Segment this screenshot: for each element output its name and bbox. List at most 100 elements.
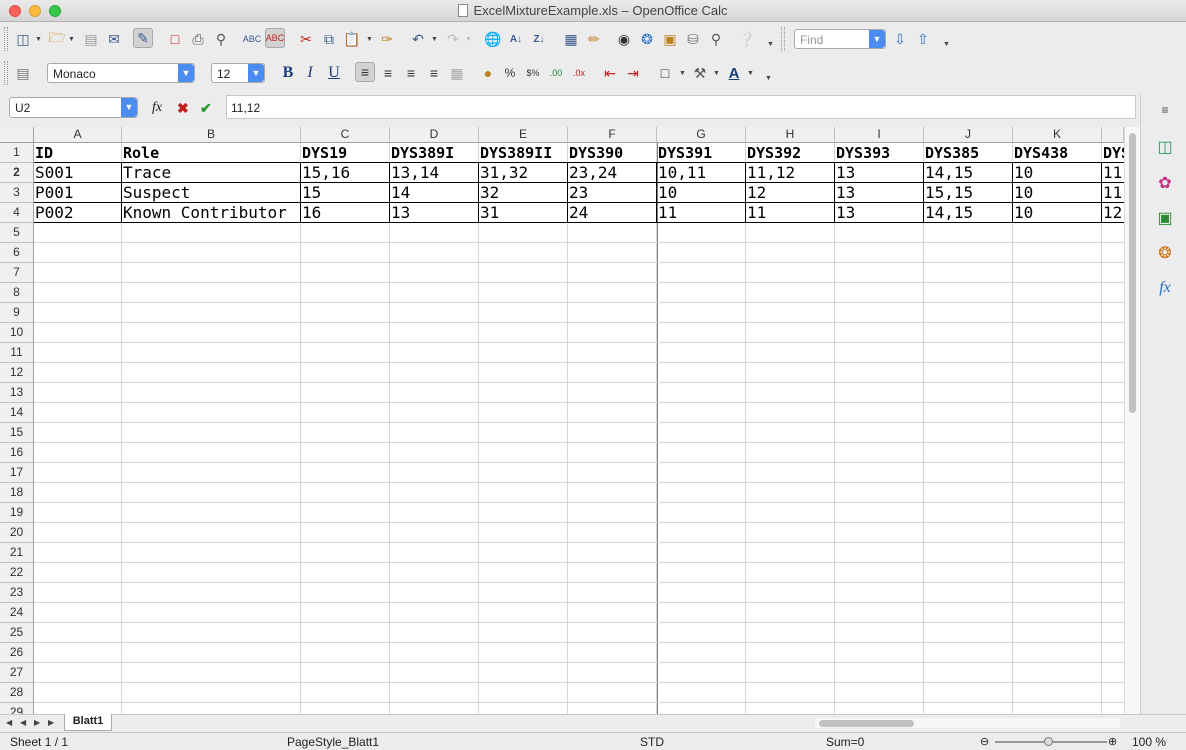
column-header[interactable]: I	[835, 127, 924, 143]
data-cell[interactable]: 14,15	[924, 163, 1013, 183]
clone-formatting-icon[interactable]: ✑	[377, 29, 397, 49]
prev-sheet-icon[interactable]: ◀	[20, 718, 26, 727]
add-decimal-icon[interactable]: .00	[546, 63, 566, 83]
row-header[interactable]: 21	[0, 543, 34, 563]
undo-icon[interactable]: ↶	[408, 29, 428, 49]
zoom-level[interactable]: 100 %	[1132, 735, 1166, 749]
data-cell[interactable]: 13	[835, 203, 924, 223]
row-header[interactable]: 19	[0, 503, 34, 523]
help-icon[interactable]: ❔	[737, 29, 757, 49]
data-cell[interactable]: Known Contributor	[122, 203, 301, 223]
row-header[interactable]: 15	[0, 423, 34, 443]
data-cell[interactable]: 32	[479, 183, 568, 203]
justify-icon[interactable]: ≡	[424, 63, 444, 83]
column-header[interactable]: K	[1013, 127, 1102, 143]
data-cell[interactable]: 15	[301, 183, 390, 203]
data-cell[interactable]: 31,32	[479, 163, 568, 183]
column-header[interactable]: E	[479, 127, 568, 143]
row-header[interactable]: 28	[0, 683, 34, 703]
header-cell[interactable]: DYS385	[924, 143, 1013, 163]
data-cell[interactable]: 13	[390, 203, 479, 223]
copy-icon[interactable]: ⧉	[319, 29, 339, 49]
data-cell[interactable]: P002	[34, 203, 122, 223]
find-previous-icon[interactable]: ⇧	[913, 29, 933, 49]
column-header[interactable]: F	[568, 127, 657, 143]
data-cell[interactable]: 31	[479, 203, 568, 223]
row-header[interactable]: 5	[0, 223, 34, 243]
zoom-in-icon[interactable]: ⊕	[1108, 735, 1117, 748]
formula-input[interactable]: 11,12	[226, 95, 1136, 119]
row-header[interactable]: 23	[0, 583, 34, 603]
font-size-dropdown-icon[interactable]: ▼	[248, 64, 264, 82]
font-name-combo[interactable]: Monaco ▼	[47, 63, 195, 83]
header-cell[interactable]: DYS19	[301, 143, 390, 163]
merge-cells-icon[interactable]: ▦	[447, 63, 467, 83]
redo-dropdown-icon[interactable]: ▼	[465, 36, 472, 43]
save-icon[interactable]: ▤	[81, 29, 101, 49]
properties-icon[interactable]: ◫	[1155, 138, 1175, 158]
hyperlink-icon[interactable]: 🌐	[483, 29, 503, 49]
gallery-icon[interactable]: ▣	[660, 29, 680, 49]
data-cell[interactable]: 11	[746, 203, 835, 223]
bold-button[interactable]: B	[278, 63, 298, 83]
select-all-corner[interactable]	[0, 127, 34, 143]
cut-icon[interactable]: ✂	[296, 29, 316, 49]
toolbar-grip[interactable]	[4, 27, 8, 51]
vertical-scrollbar[interactable]	[1124, 127, 1140, 714]
find-input[interactable]: Find ▼	[794, 29, 886, 49]
last-sheet-icon[interactable]: ▶	[48, 718, 54, 727]
row-header[interactable]: 11	[0, 343, 34, 363]
find-replace-icon[interactable]: ◉	[614, 29, 634, 49]
column-header[interactable]: G	[657, 127, 746, 143]
spreadsheet-grid[interactable]: A B C D E F G H I J K 1 2 3 4 5 6 7 8 9 10 11 12 13 14 15 16 17 18 19…	[0, 127, 1124, 714]
data-cell[interactable]: 16	[301, 203, 390, 223]
sort-ascending-icon[interactable]: A↓	[506, 29, 526, 49]
currency-format-icon[interactable]: ●	[478, 63, 498, 83]
data-cell[interactable]: 15,15	[924, 183, 1013, 203]
sort-descending-icon[interactable]: Z↓	[529, 29, 549, 49]
row-header[interactable]: 24	[0, 603, 34, 623]
open-dropdown-icon[interactable]: ▼	[68, 36, 75, 43]
header-cell[interactable]: DYS393	[835, 143, 924, 163]
standard-format-icon[interactable]: $%	[523, 63, 543, 83]
row-header[interactable]: 17	[0, 463, 34, 483]
data-cell[interactable]: 10	[657, 183, 746, 203]
paste-icon[interactable]: 📋	[342, 29, 362, 49]
data-cell[interactable]: 11	[657, 203, 746, 223]
column-header[interactable]: H	[746, 127, 835, 143]
row-header[interactable]: 3	[0, 183, 34, 203]
new-dropdown-icon[interactable]: ▼	[35, 36, 42, 43]
print-icon[interactable]: ⎙	[188, 29, 208, 49]
align-right-icon[interactable]: ≡	[401, 63, 421, 83]
column-header[interactable]: A	[34, 127, 122, 143]
data-cell[interactable]: 10	[1013, 203, 1102, 223]
column-header[interactable]: J	[924, 127, 1013, 143]
zoom-out-icon[interactable]: ⊖	[980, 735, 989, 748]
data-cell[interactable]: 11	[1102, 183, 1124, 203]
data-cell[interactable]: 15,16	[301, 163, 390, 183]
header-cell[interactable]: Role	[122, 143, 301, 163]
paste-dropdown-icon[interactable]: ▼	[366, 36, 373, 43]
horizontal-scrollbar[interactable]	[815, 718, 1120, 728]
styles-icon[interactable]: ✿	[1155, 174, 1175, 194]
cancel-icon[interactable]: ✖	[177, 100, 189, 117]
column-header[interactable]: B	[122, 127, 301, 143]
name-box[interactable]: U2 ▼	[9, 97, 138, 118]
font-color-dropdown-icon[interactable]: ▼	[747, 70, 754, 77]
find-next-icon[interactable]: ⇩	[890, 29, 910, 49]
row-header[interactable]: 25	[0, 623, 34, 643]
export-pdf-icon[interactable]: □	[165, 29, 185, 49]
first-sheet-icon[interactable]: ◀	[6, 718, 12, 727]
row-header[interactable]: 10	[0, 323, 34, 343]
delete-decimal-icon[interactable]: .0x	[569, 63, 589, 83]
header-cell[interactable]: DYS	[1102, 143, 1124, 163]
functions-icon[interactable]: fx	[1155, 278, 1175, 298]
font-name-dropdown-icon[interactable]: ▼	[178, 64, 194, 82]
row-header[interactable]: 6	[0, 243, 34, 263]
name-box-dropdown-icon[interactable]: ▼	[121, 98, 137, 117]
row-header[interactable]: 16	[0, 443, 34, 463]
vertical-scroll-thumb[interactable]	[1129, 133, 1136, 413]
navigator-sidebar-icon[interactable]: ❂	[1155, 244, 1175, 264]
data-cell[interactable]: 10	[1013, 163, 1102, 183]
format-toolbar-overflow-icon[interactable]: ▼	[765, 75, 772, 82]
